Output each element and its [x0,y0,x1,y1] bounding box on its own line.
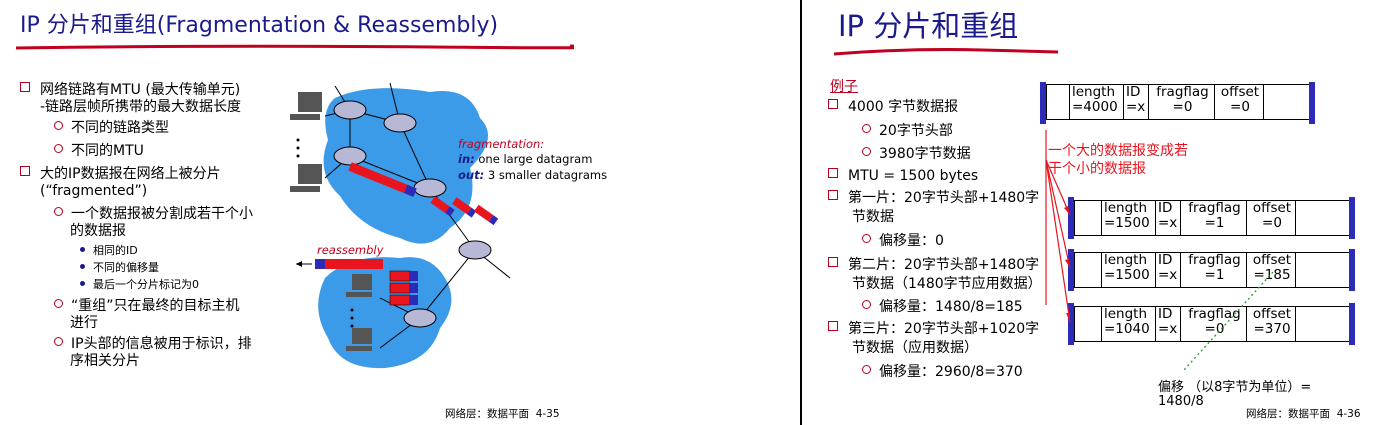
title-underline [15,44,574,50]
sub-ip-header: IP头部的信息被用于标识，排 [54,336,252,353]
sub-reassembly: “重组”只在最终的目标主机 [54,298,240,315]
reassembly-label: reassembly [317,243,384,257]
fragmentation-label: fragmentation: [458,137,545,151]
bullet-mtu-line2: -链路层帧所携带的最大数据长度 [40,99,242,115]
sub-split: 一个数据报被分割成若干个小 [54,206,253,223]
fragmentation-figure [290,82,511,369]
in-label: in: [458,152,475,166]
out-text: 3 smaller datagrams [484,168,608,182]
dot-diff-offset: 不同的偏移量 [80,261,159,275]
footer-left: 网络层：数据平面 4-35 [445,406,560,421]
offset-note-line1: 偏移 （以8字节为单位）= [1158,380,1312,395]
out-label: out: [458,168,485,182]
bullet-fragmented-line2: (“fragmented”) [40,183,148,199]
red-note-line1: 一个大的数据报变成若 [1048,143,1188,159]
red-note-line2: 干个小的数据报 [1048,161,1146,177]
sub-split-line2: 的数据报 [70,223,126,239]
footer-right: 网络层：数据平面 4-36 [1246,406,1361,421]
page-number: 4-35 [535,408,560,420]
stacked-fragments [389,270,418,306]
sub-reassembly-line2: 进行 [70,315,98,331]
slide-4-36: IP 分片和重组 例子 4000 字节数据报 20字节头部 3980字节数据 M… [802,0,1387,425]
dot-same-id: 相同的ID [80,244,138,258]
reassembled-datagram [296,259,383,269]
dot-last-flag: 最后一个分片标记为0 [80,278,199,292]
bullet-mtu: 网络链路有MTU (最大传输单元) [20,82,240,99]
footer-text: 网络层：数据平面 [1246,408,1330,420]
bullet-fragmented: 大的IP数据报在网络上被分片 [20,166,221,183]
sub-ip-header-line2: 序相关分片 [70,353,140,369]
offset-note-line2: 1480/8 [1158,394,1204,409]
slide-title: IP 分片和重组(Fragmentation & Reassembly) [20,13,499,38]
arrows-overlay [1045,130,1274,371]
page-number: 4-36 [1336,408,1361,420]
footer-text: 网络层：数据平面 [445,408,529,420]
in-text: one large datagram [474,152,593,166]
sub-diff-mtu: 不同的MTU [54,143,144,160]
green-dotted-line [1183,271,1274,371]
out-line: out: 3 smaller datagrams [458,168,607,182]
sub-link-types: 不同的链路类型 [54,120,169,137]
slide-4-35: IP 分片和重组(Fragmentation & Reassembly) 网络链… [0,0,607,425]
fragment-3 [473,204,499,226]
in-line: in: one large datagram [458,152,592,166]
